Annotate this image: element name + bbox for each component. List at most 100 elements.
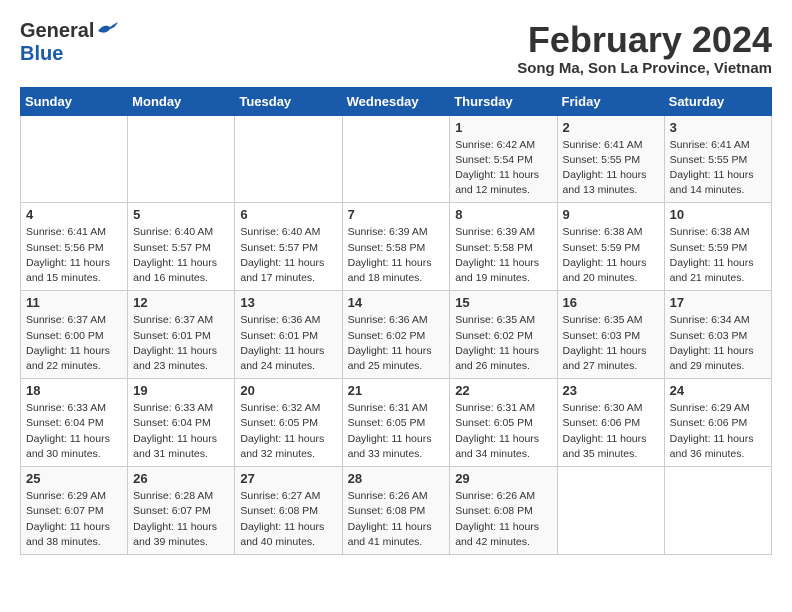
- weekday-header-sunday: Sunday: [21, 87, 128, 115]
- calendar-cell: 12 Sunrise: 6:37 AM Sunset: 6:01 PM Dayli…: [128, 291, 235, 379]
- calendar-cell: 3Sunrise: 6:41 AM Sunset: 5:55 PM Daylig…: [664, 115, 771, 203]
- calendar-cell: 21Sunrise: 6:31 AM Sunset: 6:05 PM Dayli…: [342, 379, 450, 467]
- calendar-cell: 10 Sunrise: 6:38 AM Sunset: 5:59 PM Dayli…: [664, 203, 771, 291]
- calendar-cell: 15Sunrise: 6:35 AM Sunset: 6:02 PM Dayli…: [450, 291, 557, 379]
- calendar-cell: 25 Sunrise: 6:29 AM Sunset: 6:07 PM Dayli…: [21, 467, 128, 555]
- day-info: Sunrise: 6:38 AM Sunset: 5:59 PM Dayligh…: [670, 225, 766, 286]
- day-number: 4: [26, 207, 122, 222]
- weekday-header-wednesday: Wednesday: [342, 87, 450, 115]
- calendar-header: SundayMondayTuesdayWednesdayThursdayFrid…: [21, 87, 772, 115]
- day-info: Sunrise: 6:41 AM Sunset: 5:55 PM Dayligh…: [563, 138, 659, 199]
- day-number: 28: [348, 471, 445, 486]
- weekday-header-monday: Monday: [128, 87, 235, 115]
- logo: General Blue: [20, 20, 118, 66]
- calendar-cell: 23 Sunrise: 6:30 AM Sunset: 6:06 PM Dayli…: [557, 379, 664, 467]
- day-info: Sunrise: 6:36 AM Sunset: 6:01 PM Dayligh…: [240, 313, 336, 374]
- day-number: 3: [670, 120, 766, 135]
- day-info: Sunrise: 6:35 AM Sunset: 6:03 PM Dayligh…: [563, 313, 659, 374]
- day-number: 22: [455, 383, 551, 398]
- logo-general-text: General: [20, 20, 94, 43]
- title-area: February 2024 Song Ma, Son La Province, …: [517, 20, 772, 77]
- day-number: 18: [26, 383, 122, 398]
- weekday-header-tuesday: Tuesday: [235, 87, 342, 115]
- day-info: Sunrise: 6:32 AM Sunset: 6:05 PM Dayligh…: [240, 401, 336, 462]
- day-number: 15: [455, 295, 551, 310]
- calendar-week-5: 25 Sunrise: 6:29 AM Sunset: 6:07 PM Dayli…: [21, 467, 772, 555]
- calendar-cell: 24 Sunrise: 6:29 AM Sunset: 6:06 PM Dayli…: [664, 379, 771, 467]
- day-number: 29: [455, 471, 551, 486]
- day-number: 25: [26, 471, 122, 486]
- calendar-cell: 4 Sunrise: 6:41 AM Sunset: 5:56 PM Daylig…: [21, 203, 128, 291]
- calendar-cell: 28Sunrise: 6:26 AM Sunset: 6:08 PM Dayli…: [342, 467, 450, 555]
- calendar-cell: [128, 115, 235, 203]
- weekday-header-saturday: Saturday: [664, 87, 771, 115]
- calendar-cell: [342, 115, 450, 203]
- day-number: 6: [240, 207, 336, 222]
- calendar-cell: 20Sunrise: 6:32 AM Sunset: 6:05 PM Dayli…: [235, 379, 342, 467]
- day-number: 9: [563, 207, 659, 222]
- day-number: 8: [455, 207, 551, 222]
- logo-blue-text: Blue: [20, 43, 63, 66]
- calendar-title: February 2024: [517, 20, 772, 60]
- day-info: Sunrise: 6:40 AM Sunset: 5:57 PM Dayligh…: [240, 225, 336, 286]
- calendar-cell: 1Sunrise: 6:42 AM Sunset: 5:54 PM Daylig…: [450, 115, 557, 203]
- day-info: Sunrise: 6:36 AM Sunset: 6:02 PM Dayligh…: [348, 313, 445, 374]
- day-info: Sunrise: 6:29 AM Sunset: 6:06 PM Dayligh…: [670, 401, 766, 462]
- day-info: Sunrise: 6:29 AM Sunset: 6:07 PM Dayligh…: [26, 489, 122, 550]
- calendar-week-1: 1Sunrise: 6:42 AM Sunset: 5:54 PM Daylig…: [21, 115, 772, 203]
- day-info: Sunrise: 6:37 AM Sunset: 6:00 PM Dayligh…: [26, 313, 122, 374]
- day-info: Sunrise: 6:26 AM Sunset: 6:08 PM Dayligh…: [455, 489, 551, 550]
- logo-bird-icon: [96, 21, 118, 39]
- weekday-header-friday: Friday: [557, 87, 664, 115]
- day-info: Sunrise: 6:27 AM Sunset: 6:08 PM Dayligh…: [240, 489, 336, 550]
- day-number: 23: [563, 383, 659, 398]
- day-info: Sunrise: 6:37 AM Sunset: 6:01 PM Dayligh…: [133, 313, 229, 374]
- day-info: Sunrise: 6:34 AM Sunset: 6:03 PM Dayligh…: [670, 313, 766, 374]
- calendar-cell: 8 Sunrise: 6:39 AM Sunset: 5:58 PM Daylig…: [450, 203, 557, 291]
- day-info: Sunrise: 6:39 AM Sunset: 5:58 PM Dayligh…: [455, 225, 551, 286]
- calendar-week-3: 11Sunrise: 6:37 AM Sunset: 6:00 PM Dayli…: [21, 291, 772, 379]
- calendar-cell: [21, 115, 128, 203]
- calendar-cell: 7Sunrise: 6:39 AM Sunset: 5:58 PM Daylig…: [342, 203, 450, 291]
- day-number: 16: [563, 295, 659, 310]
- day-number: 21: [348, 383, 445, 398]
- calendar-cell: [664, 467, 771, 555]
- day-number: 12: [133, 295, 229, 310]
- calendar-subtitle: Song Ma, Son La Province, Vietnam: [517, 60, 772, 77]
- day-number: 17: [670, 295, 766, 310]
- header: General Blue February 2024 Song Ma, Son …: [20, 20, 772, 77]
- day-info: Sunrise: 6:30 AM Sunset: 6:06 PM Dayligh…: [563, 401, 659, 462]
- day-number: 13: [240, 295, 336, 310]
- calendar-cell: 13 Sunrise: 6:36 AM Sunset: 6:01 PM Dayli…: [235, 291, 342, 379]
- calendar-cell: 9 Sunrise: 6:38 AM Sunset: 5:59 PM Daylig…: [557, 203, 664, 291]
- calendar-cell: 17 Sunrise: 6:34 AM Sunset: 6:03 PM Dayli…: [664, 291, 771, 379]
- day-number: 2: [563, 120, 659, 135]
- calendar-cell: 18 Sunrise: 6:33 AM Sunset: 6:04 PM Dayli…: [21, 379, 128, 467]
- weekday-row: SundayMondayTuesdayWednesdayThursdayFrid…: [21, 87, 772, 115]
- weekday-header-thursday: Thursday: [450, 87, 557, 115]
- calendar-cell: 26Sunrise: 6:28 AM Sunset: 6:07 PM Dayli…: [128, 467, 235, 555]
- calendar-cell: 19 Sunrise: 6:33 AM Sunset: 6:04 PM Dayli…: [128, 379, 235, 467]
- calendar-week-2: 4 Sunrise: 6:41 AM Sunset: 5:56 PM Daylig…: [21, 203, 772, 291]
- calendar-cell: 2 Sunrise: 6:41 AM Sunset: 5:55 PM Daylig…: [557, 115, 664, 203]
- day-info: Sunrise: 6:33 AM Sunset: 6:04 PM Dayligh…: [26, 401, 122, 462]
- day-number: 10: [670, 207, 766, 222]
- day-number: 24: [670, 383, 766, 398]
- day-info: Sunrise: 6:40 AM Sunset: 5:57 PM Dayligh…: [133, 225, 229, 286]
- calendar-cell: 16 Sunrise: 6:35 AM Sunset: 6:03 PM Dayli…: [557, 291, 664, 379]
- day-info: Sunrise: 6:38 AM Sunset: 5:59 PM Dayligh…: [563, 225, 659, 286]
- calendar-week-4: 18 Sunrise: 6:33 AM Sunset: 6:04 PM Dayli…: [21, 379, 772, 467]
- calendar-cell: 29 Sunrise: 6:26 AM Sunset: 6:08 PM Dayli…: [450, 467, 557, 555]
- calendar-cell: 22 Sunrise: 6:31 AM Sunset: 6:05 PM Dayli…: [450, 379, 557, 467]
- day-number: 27: [240, 471, 336, 486]
- day-number: 19: [133, 383, 229, 398]
- day-info: Sunrise: 6:39 AM Sunset: 5:58 PM Dayligh…: [348, 225, 445, 286]
- day-info: Sunrise: 6:28 AM Sunset: 6:07 PM Dayligh…: [133, 489, 229, 550]
- calendar-cell: 5Sunrise: 6:40 AM Sunset: 5:57 PM Daylig…: [128, 203, 235, 291]
- day-info: Sunrise: 6:41 AM Sunset: 5:56 PM Dayligh…: [26, 225, 122, 286]
- day-info: Sunrise: 6:33 AM Sunset: 6:04 PM Dayligh…: [133, 401, 229, 462]
- calendar-cell: 14 Sunrise: 6:36 AM Sunset: 6:02 PM Dayli…: [342, 291, 450, 379]
- day-info: Sunrise: 6:42 AM Sunset: 5:54 PM Dayligh…: [455, 138, 551, 199]
- day-number: 14: [348, 295, 445, 310]
- day-info: Sunrise: 6:31 AM Sunset: 6:05 PM Dayligh…: [455, 401, 551, 462]
